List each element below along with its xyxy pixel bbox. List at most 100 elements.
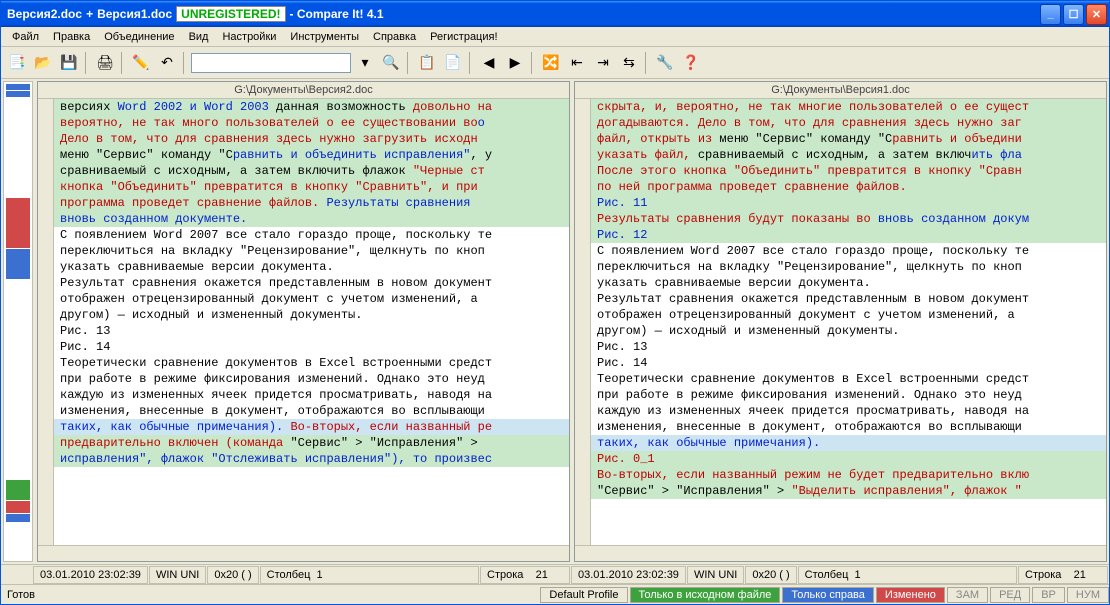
edit-icon[interactable]: ✏️ (129, 51, 153, 75)
text-line[interactable]: версиях Word 2002 и Word 2003 данная воз… (54, 99, 569, 115)
minimize-button[interactable]: _ (1040, 4, 1061, 25)
left-text[interactable]: версиях Word 2002 и Word 2003 данная воз… (54, 99, 569, 545)
text-line[interactable]: указать файл, сравниваемый с исходным, а… (591, 147, 1106, 163)
text-line[interactable]: С появлением Word 2007 все стало гораздо… (54, 227, 569, 243)
open-icon[interactable]: 📂 (31, 51, 55, 75)
left-date: 03.01.2010 23:02:39 (33, 566, 148, 584)
new-compare-icon[interactable]: 📑 (5, 51, 29, 75)
main-statusbar: Готов Default Profile Только в исходном … (1, 584, 1109, 604)
print-icon[interactable]: 🖨 (93, 51, 117, 75)
text-line[interactable]: при работе в режиме фиксирования изменен… (591, 387, 1106, 403)
text-line[interactable]: по ней программа проведет сравнение файл… (591, 179, 1106, 195)
paste-icon[interactable]: 📄 (441, 51, 465, 75)
text-line[interactable]: вероятно, не так много пользователей о е… (54, 115, 569, 131)
left-enc: WIN UNI (149, 566, 206, 584)
merge-right-icon[interactable]: ⇥ (591, 51, 615, 75)
menu-вид[interactable]: Вид (182, 29, 216, 45)
title-b: Версия1.doc (97, 7, 172, 21)
pane-statusbar: 03.01.2010 23:02:39 WIN UNI 0x20 ( ) Сто… (1, 564, 1109, 584)
status-ready: Готов (1, 586, 41, 604)
merge-icon[interactable]: 🔀 (539, 51, 563, 75)
merge-left-icon[interactable]: ⇤ (565, 51, 589, 75)
menu-правка[interactable]: Правка (46, 29, 97, 45)
search-dropdown[interactable] (191, 53, 351, 73)
text-line[interactable]: кнопка "Объединить" превратится в кнопку… (54, 179, 569, 195)
text-line[interactable]: переключиться на вкладку "Рецензирование… (54, 243, 569, 259)
text-line[interactable]: Рис. 14 (591, 355, 1106, 371)
left-hex: 0x20 ( ) (207, 566, 258, 584)
text-line[interactable]: таких, как обычные примечания). (591, 435, 1106, 451)
right-hscroll[interactable] (575, 545, 1106, 561)
close-button[interactable]: ✕ (1086, 4, 1107, 25)
maximize-button[interactable]: ☐ (1063, 4, 1084, 25)
copy-icon[interactable]: 📋 (415, 51, 439, 75)
profile-label[interactable]: Default Profile (540, 587, 627, 603)
text-line[interactable]: вновь созданном документе. (54, 211, 569, 227)
text-line[interactable]: скрыта, и, вероятно, не так многие польз… (591, 99, 1106, 115)
save-icon[interactable]: 💾 (57, 51, 81, 75)
text-line[interactable]: Рис. 0_1 (591, 451, 1106, 467)
text-line[interactable]: таких, как обычные примечания). Во-вторы… (54, 419, 569, 435)
title-a: Версия2.doc (7, 7, 82, 21)
menu-настройки[interactable]: Настройки (215, 29, 283, 45)
text-line[interactable]: Рис. 11 (591, 195, 1106, 211)
text-line[interactable]: другом) — исходный и измененный документ… (591, 323, 1106, 339)
undo-icon[interactable]: ↶ (155, 51, 179, 75)
text-line[interactable]: Результат сравнения окажется представлен… (591, 291, 1106, 307)
text-line[interactable]: Теоретически сравнение документов в Exce… (54, 355, 569, 371)
text-line[interactable]: другом) — исходный и измененный документ… (54, 307, 569, 323)
bookmark-prev-icon[interactable]: ◀ (477, 51, 501, 75)
menu-справка[interactable]: Справка (366, 29, 423, 45)
text-line[interactable]: догадываются. Дело в том, что для сравне… (591, 115, 1106, 131)
title-app: - Compare It! 4.1 (290, 7, 384, 21)
text-line[interactable]: Теоретически сравнение документов в Exce… (591, 371, 1106, 387)
text-line[interactable]: указать сравниваемые версии документа. (54, 259, 569, 275)
text-line[interactable]: отображен отрецензированный документ с у… (54, 291, 569, 307)
text-line[interactable]: отображен отрецензированный документ с у… (591, 307, 1106, 323)
right-hex: 0x20 ( ) (745, 566, 796, 584)
menu-регистрация![interactable]: Регистрация! (423, 29, 504, 45)
text-line[interactable]: меню "Сервис" команду "Сравнить и объеди… (54, 147, 569, 163)
menu-файл[interactable]: Файл (5, 29, 46, 45)
only-right-tag: Только справа (782, 587, 874, 603)
right-pane: G:\Документы\Версия1.doc скрыта, и, веро… (574, 81, 1107, 562)
text-line[interactable]: изменения, внесенные в документ, отображ… (54, 403, 569, 419)
text-line[interactable]: предварительно включен (команда "Сервис"… (54, 435, 569, 451)
text-line[interactable]: С появлением Word 2007 все стало гораздо… (591, 243, 1106, 259)
menu-инструменты[interactable]: Инструменты (283, 29, 366, 45)
dropdown-arrow-icon[interactable]: ▾ (353, 51, 377, 75)
changed-tag: Изменено (876, 587, 945, 603)
left-hscroll[interactable] (38, 545, 569, 561)
text-line[interactable]: файл, открыть из меню "Сервис" команду "… (591, 131, 1106, 147)
text-line[interactable]: указать сравниваемые версии документа. (591, 275, 1106, 291)
text-line[interactable]: программа проведет сравнение файлов. Рез… (54, 195, 569, 211)
text-line[interactable]: при работе в режиме фиксирования изменен… (54, 371, 569, 387)
bookmark-next-icon[interactable]: ▶ (503, 51, 527, 75)
text-line[interactable]: Рис. 14 (54, 339, 569, 355)
text-line[interactable]: Рис. 13 (591, 339, 1106, 355)
app-window: Версия2.doc + Версия1.doc UNREGISTERED! … (0, 0, 1110, 605)
text-line[interactable]: каждую из измененных ячеек придется прос… (54, 387, 569, 403)
right-text[interactable]: скрыта, и, вероятно, не так многие польз… (591, 99, 1106, 545)
text-line[interactable]: исправления", флажок "Отслеживать исправ… (54, 451, 569, 467)
text-line[interactable]: каждую из измененных ячеек придется прос… (591, 403, 1106, 419)
text-line[interactable]: Во-вторых, если названный режим не будет… (591, 467, 1106, 483)
text-line[interactable]: Рис. 12 (591, 227, 1106, 243)
overview-strip[interactable] (3, 81, 33, 562)
left-pane: G:\Документы\Версия2.doc версиях Word 20… (37, 81, 570, 562)
text-line[interactable]: Результат сравнения окажется представлен… (54, 275, 569, 291)
merge-all-icon[interactable]: ⇆ (617, 51, 641, 75)
settings-icon[interactable]: 🔧 (653, 51, 677, 75)
text-line[interactable]: Рис. 13 (54, 323, 569, 339)
vp-indicator: ВР (1032, 587, 1065, 603)
text-line[interactable]: изменения, внесенные в документ, отображ… (591, 419, 1106, 435)
text-line[interactable]: "Сервис" > "Исправления" > "Выделить исп… (591, 483, 1106, 499)
help-icon[interactable]: ❓ (679, 51, 703, 75)
text-line[interactable]: сравниваемый с исходным, а затем включит… (54, 163, 569, 179)
text-line[interactable]: Дело в том, что для сравнения здесь нужн… (54, 131, 569, 147)
search-icon[interactable]: 🔍 (379, 51, 403, 75)
text-line[interactable]: После этого кнопка "Объединить" преврати… (591, 163, 1106, 179)
menu-объединение[interactable]: Объединение (97, 29, 181, 45)
text-line[interactable]: переключиться на вкладку "Рецензирование… (591, 259, 1106, 275)
text-line[interactable]: Результаты сравнения будут показаны во в… (591, 211, 1106, 227)
